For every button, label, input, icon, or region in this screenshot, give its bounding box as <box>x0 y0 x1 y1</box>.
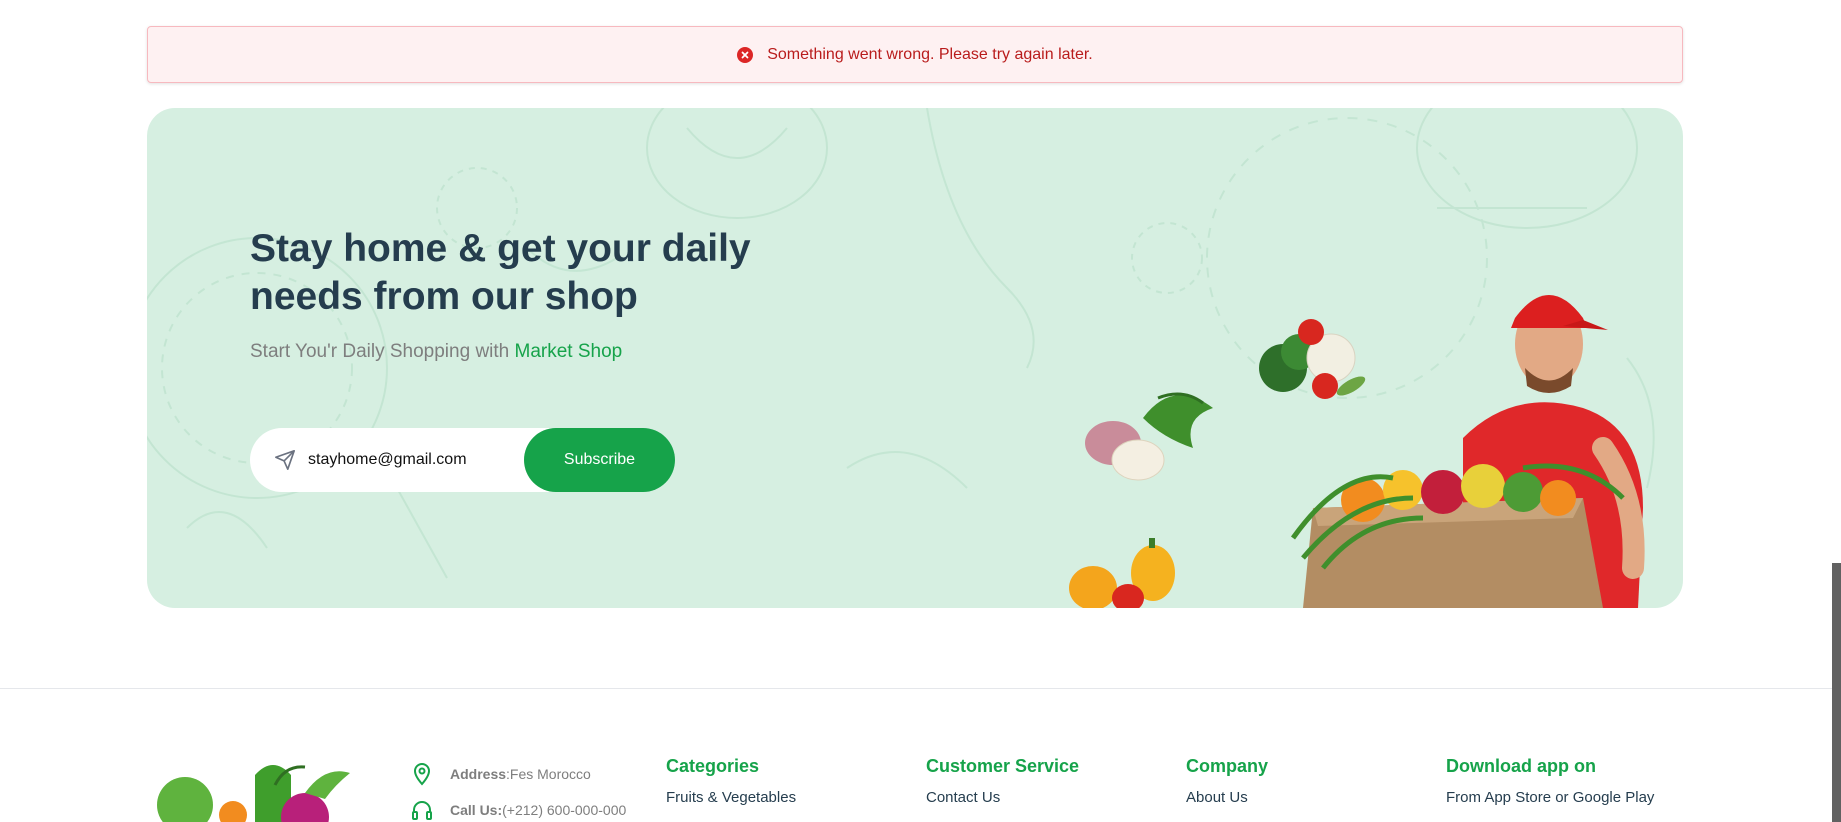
address-value: Fes Morocco <box>509 766 591 782</box>
contact-phone: Call Us: (+212) 600-000-000 <box>410 792 626 822</box>
send-icon <box>274 449 296 471</box>
footer-col-download: Download app on From App Store or Google… <box>1446 756 1654 806</box>
delivery-man-illustration <box>1069 295 1645 608</box>
email-input[interactable] <box>308 451 508 469</box>
address-label: Address <box>450 766 507 782</box>
alert-message: Something went wrong. Please try again l… <box>767 45 1093 63</box>
link-fruits-vegetables[interactable]: Fruits & Vegetables <box>666 789 796 806</box>
subtitle-text: Start You'r Daily Shopping with <box>250 341 515 362</box>
error-alert: Something went wrong. Please try again l… <box>147 26 1683 83</box>
footer-divider <box>0 688 1832 689</box>
footer-contact: Address: Fes Morocco Call Us: (+212) 600… <box>410 756 626 822</box>
scrollbar-thumb[interactable] <box>1832 563 1841 822</box>
banner-heading: Stay home & get your daily needs from ou… <box>250 227 751 318</box>
banner-subtitle: Start You'r Daily Shopping with Market S… <box>250 341 622 363</box>
newsletter-banner: Stay home & get your daily needs from ou… <box>147 108 1683 608</box>
onion-parsley-image <box>1085 392 1213 481</box>
page: Something went wrong. Please try again l… <box>0 0 1841 822</box>
footer-col-company: Company About Us <box>1186 756 1268 806</box>
footer-col-categories: Categories Fruits & Vegetables <box>666 756 796 806</box>
phone-value: (+212) 600-000-000 <box>502 802 627 818</box>
company-heading: Company <box>1186 756 1269 776</box>
subscribe-button[interactable]: Subscribe <box>524 428 675 492</box>
contact-address: Address: Fes Morocco <box>410 756 626 792</box>
link-contact-us[interactable]: Contact Us <box>926 789 1079 806</box>
headset-icon <box>410 798 434 822</box>
vegetables-cluster-image <box>1259 319 1366 399</box>
customer-service-heading: Customer Service <box>926 756 1080 776</box>
download-heading: Download app on <box>1446 756 1596 776</box>
bell-pepper-image <box>1069 538 1175 608</box>
subscribe-form: Subscribe <box>250 428 675 492</box>
brand-name: Market Shop <box>514 341 623 362</box>
phone-label: Call Us: <box>450 802 503 818</box>
vegetables-logo <box>155 755 375 822</box>
footer-col-customer-service: Customer Service Contact Us <box>926 756 1079 806</box>
link-about-us[interactable]: About Us <box>1186 789 1268 806</box>
location-pin-icon <box>410 762 434 786</box>
categories-heading: Categories <box>666 756 760 776</box>
error-circle-icon <box>737 46 754 63</box>
download-text: From App Store or Google Play <box>1446 789 1655 806</box>
